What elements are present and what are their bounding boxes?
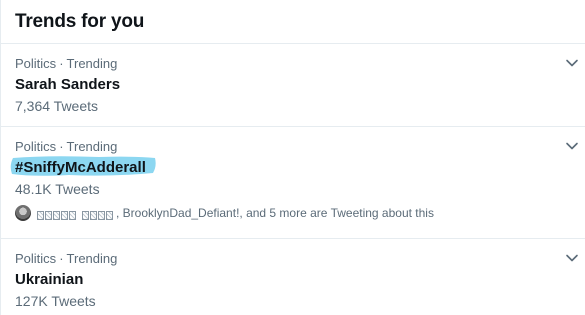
trend-item[interactable]: Politics · Trending #SniffyMcAdderall 48.1…	[1, 127, 585, 239]
trend-name-highlight-wrap: #SniffyMcAdderall	[10, 155, 156, 178]
trend-tweet-count: 48.1K Tweets	[15, 181, 100, 197]
trend-category: Politics	[15, 251, 57, 266]
trend-item[interactable]: Politics · Trending Sarah Sanders 7,364 Tw…	[1, 44, 585, 127]
trend-meta: Politics · Trending	[15, 56, 571, 72]
trend-tweet-count: 7,364 Tweets	[15, 98, 99, 114]
trend-name[interactable]: Sarah Sanders	[15, 75, 120, 95]
chevron-down-icon[interactable]	[565, 56, 579, 70]
social-context-text: , BrooklynDad_Defiant!, and 5 more are T…	[116, 206, 434, 220]
trend-name[interactable]: #SniffyMcAdderall	[15, 158, 146, 178]
garbled-username-glyphs	[37, 208, 114, 220]
trends-header: Trends for you	[1, 0, 585, 44]
chevron-down-icon[interactable]	[565, 139, 579, 153]
trend-category: Politics	[15, 56, 57, 71]
avatar	[15, 205, 31, 221]
trend-status: Trending	[66, 56, 118, 71]
trend-tweet-count: 127K Tweets	[15, 293, 96, 309]
chevron-down-icon[interactable]	[565, 251, 579, 265]
trend-category: Politics	[15, 139, 57, 154]
trend-item[interactable]: Politics · Trending Ukrainian 127K Tweets	[1, 239, 585, 315]
trend-separator: ·	[59, 56, 64, 71]
trend-social-context: , BrooklynDad_Defiant!, and 5 more are T…	[15, 205, 571, 221]
trend-name[interactable]: Ukrainian	[15, 270, 83, 290]
trends-panel: Trends for you Politics · Trending Sarah S…	[0, 0, 585, 315]
trend-status: Trending	[66, 139, 118, 154]
trend-meta: Politics · Trending	[15, 139, 571, 155]
trend-separator: ·	[59, 251, 64, 266]
trend-status: Trending	[66, 251, 118, 266]
trends-title: Trends for you	[15, 11, 145, 32]
trend-separator: ·	[59, 139, 64, 154]
trend-meta: Politics · Trending	[15, 251, 571, 267]
